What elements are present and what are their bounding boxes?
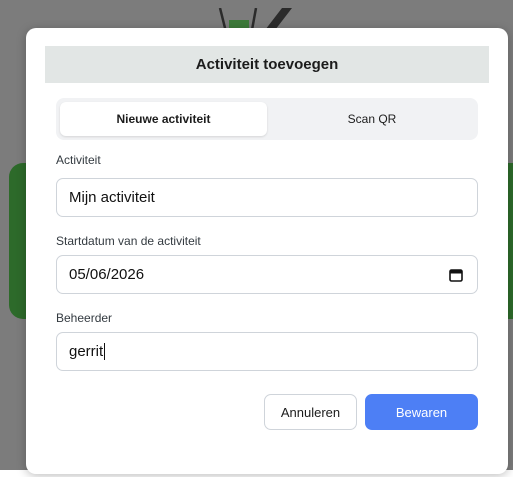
add-activity-dialog: Activiteit toevoegen Nieuwe activiteit S…	[26, 28, 508, 474]
cancel-button[interactable]: Annuleren	[264, 394, 357, 430]
text-caret	[104, 343, 106, 360]
calendar-icon[interactable]	[449, 268, 463, 282]
activity-label: Activiteit	[56, 153, 101, 167]
tab-new-activity[interactable]: Nieuwe activiteit	[60, 102, 267, 136]
save-button[interactable]: Bewaren	[365, 394, 478, 430]
dialog-title: Activiteit toevoegen	[195, 56, 339, 73]
mode-tabs: Nieuwe activiteit Scan QR	[56, 98, 478, 140]
activity-input-value: Mijn activiteit	[69, 189, 155, 206]
activity-input[interactable]: Mijn activiteit	[56, 178, 478, 217]
dialog-header: Activiteit toevoegen	[45, 46, 489, 83]
manager-input[interactable]: gerrit	[56, 332, 478, 371]
tab-scan-qr[interactable]: Scan QR	[270, 102, 474, 136]
start-date-input[interactable]: 05/06/2026	[56, 255, 478, 294]
manager-label: Beheerder	[56, 311, 113, 325]
start-date-value: 05/06/2026	[69, 266, 145, 283]
start-date-label: Startdatum van de activiteit	[56, 234, 201, 248]
manager-input-value: gerrit	[69, 343, 104, 360]
